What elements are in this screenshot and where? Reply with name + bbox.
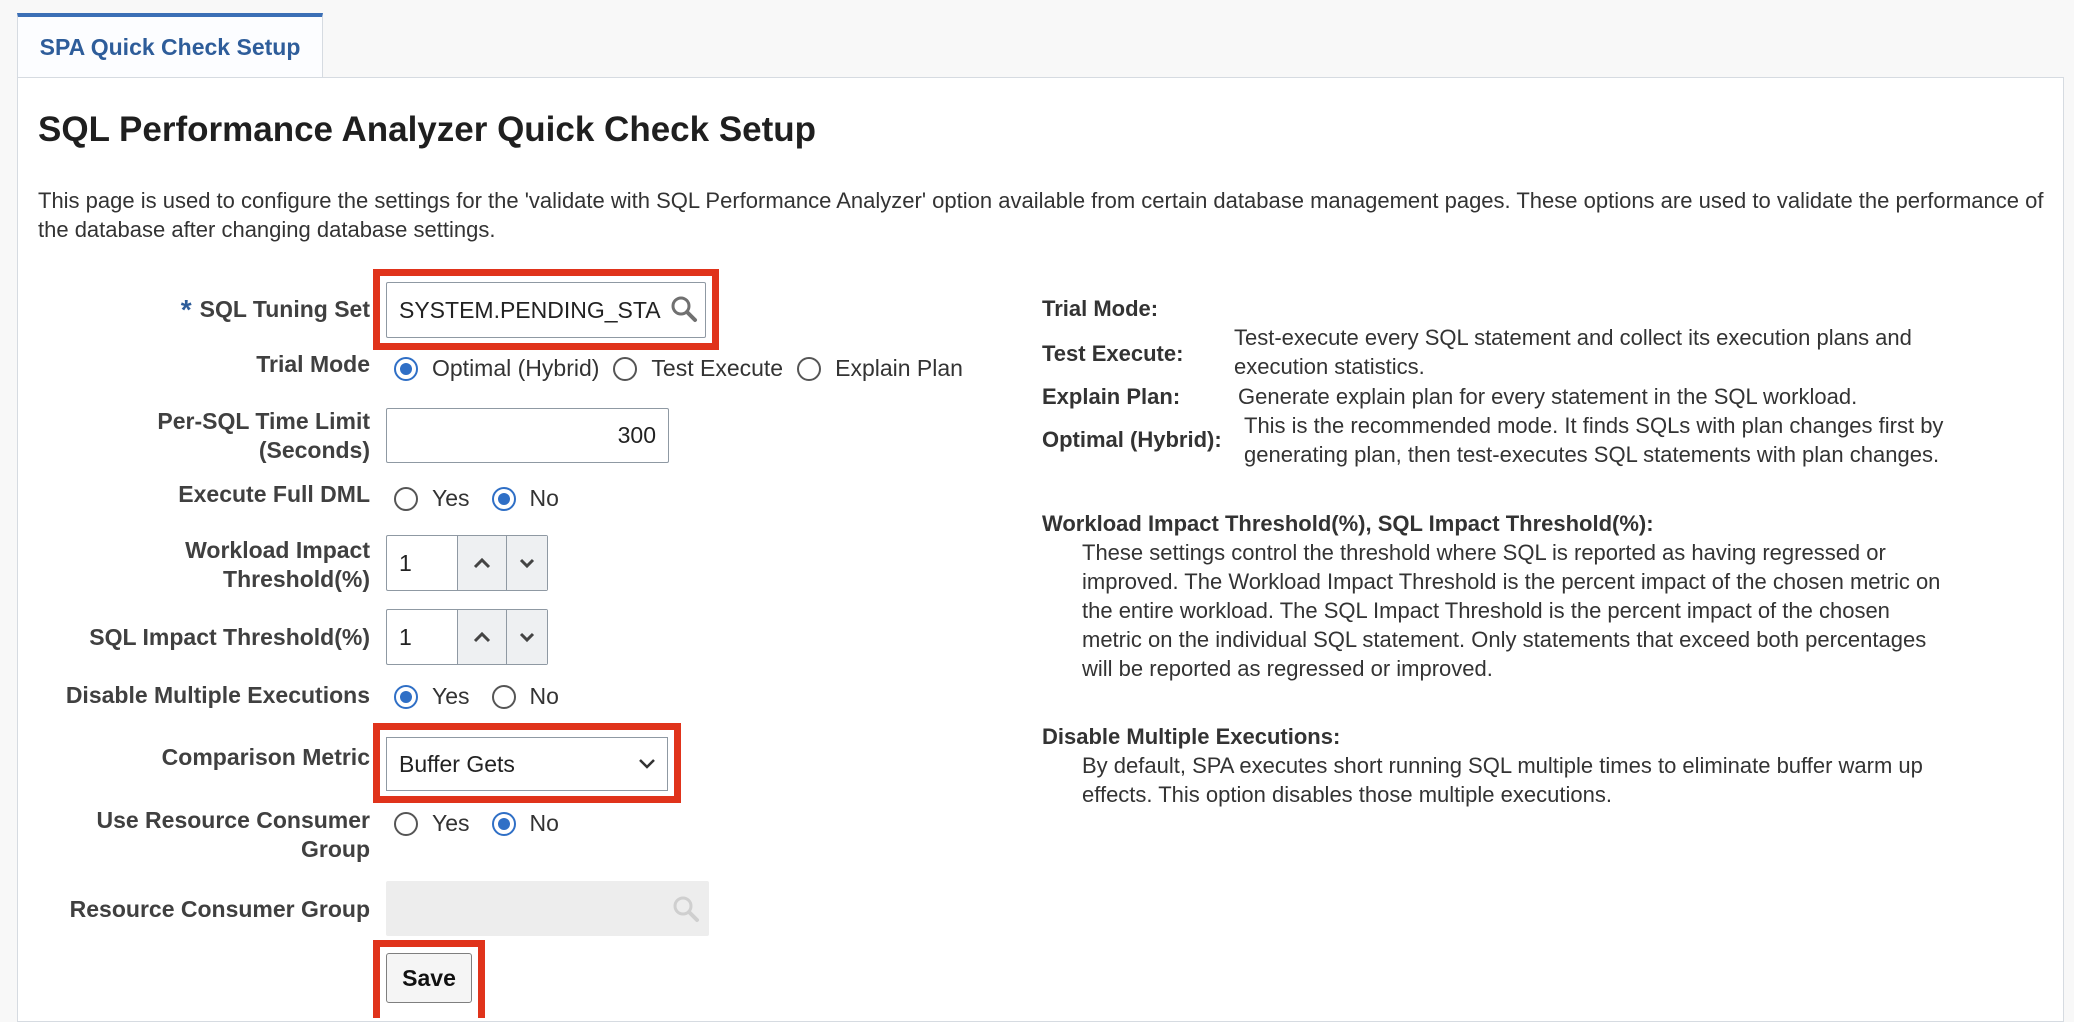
page-title: SQL Performance Analyzer Quick Check Set…	[38, 110, 817, 149]
time-limit-input[interactable]: 300	[386, 408, 669, 463]
execute-full-dml-yes-radio[interactable]	[394, 486, 418, 511]
trial-mode-test-execute-radio[interactable]	[613, 356, 638, 381]
execute-full-dml-label: Execute Full DML	[178, 481, 370, 507]
chevron-down-icon	[639, 759, 655, 769]
workload-impact-spinner: 1	[386, 535, 548, 591]
help-optimal-definition: This is the recommended mode. It finds S…	[1244, 413, 1944, 467]
search-icon	[673, 896, 699, 922]
sql-impact-input[interactable]: 1	[387, 610, 457, 664]
use-resource-group-no-radio[interactable]	[491, 811, 516, 836]
required-marker: *	[180, 294, 192, 325]
resource-group-label: Resource Consumer Group	[69, 896, 370, 922]
trial-mode-test-execute-label: Test Execute	[651, 355, 784, 381]
help-trial-mode-heading: Trial Mode:	[1042, 296, 1159, 321]
execute-full-dml-no-label: No	[529, 485, 559, 511]
disable-multiple-label: Disable Multiple Executions	[65, 682, 370, 708]
sql-impact-spinner: 1	[386, 609, 548, 665]
trial-mode-label: Trial Mode	[256, 351, 370, 377]
use-resource-group-label: Use Resource Consumer Group	[96, 807, 370, 862]
help-explain-plan-term: Explain Plan:	[1042, 384, 1181, 409]
save-button[interactable]: Save	[386, 953, 472, 1003]
disable-multiple-radio-group: Yes No	[394, 683, 573, 710]
tab-spa-quick-check-setup[interactable]: SPA Quick Check Setup	[17, 13, 323, 77]
comparison-metric-label: Comparison Metric	[161, 744, 370, 770]
search-icon[interactable]	[670, 295, 698, 323]
comparison-metric-value: Buffer Gets	[399, 750, 515, 777]
use-resource-group-radio-group: Yes No	[394, 810, 573, 837]
chevron-up-icon	[473, 631, 491, 643]
chevron-down-icon	[519, 632, 535, 643]
help-optimal-term: Optimal (Hybrid):	[1042, 427, 1222, 452]
workload-impact-label: Workload Impact Threshold(%)	[185, 537, 370, 592]
time-limit-value: 300	[617, 422, 656, 448]
use-resource-group-no-label: No	[529, 810, 559, 836]
comparison-metric-select[interactable]: Buffer Gets	[386, 737, 668, 791]
disable-multiple-no-label: No	[529, 683, 559, 709]
help-test-execute-definition: Test-execute every SQL statement and col…	[1234, 325, 1912, 379]
sql-impact-increment-button[interactable]	[457, 610, 506, 664]
use-resource-group-yes-radio[interactable]	[394, 811, 418, 836]
trial-mode-explain-plan-radio[interactable]	[797, 356, 822, 381]
sql-tuning-set-input[interactable]: SYSTEM.PENDING_STA	[386, 282, 706, 338]
disable-multiple-no-radio[interactable]	[491, 684, 516, 709]
chevron-up-icon	[473, 557, 491, 569]
time-limit-label: Per-SQL Time Limit (Seconds)	[157, 408, 370, 463]
help-test-execute-term: Test Execute:	[1042, 341, 1184, 366]
workload-impact-increment-button[interactable]	[457, 536, 506, 590]
sql-impact-decrement-button[interactable]	[506, 610, 547, 664]
resource-group-input	[386, 881, 709, 936]
chevron-down-icon	[519, 558, 535, 569]
page-description: This page is used to configure the setti…	[38, 188, 2044, 242]
help-explain-plan-definition: Generate explain plan for every statemen…	[1238, 384, 1858, 409]
trial-mode-optimal-radio[interactable]	[394, 356, 418, 381]
disable-multiple-yes-label: Yes	[432, 683, 470, 709]
workload-impact-input[interactable]: 1	[387, 536, 457, 590]
help-disable-heading: Disable Multiple Executions:	[1042, 724, 1341, 749]
execute-full-dml-no-radio[interactable]	[491, 486, 516, 511]
tab-label: SPA Quick Check Setup	[39, 33, 301, 60]
help-threshold-heading: Workload Impact Threshold(%), SQL Impact…	[1042, 511, 1654, 536]
disable-multiple-yes-radio[interactable]	[394, 684, 418, 709]
sql-tuning-set-value: SYSTEM.PENDING_STA	[399, 296, 661, 323]
trial-mode-optimal-label: Optimal (Hybrid)	[432, 355, 600, 381]
help-disable-text: By default, SPA executes short running S…	[1082, 753, 1923, 807]
use-resource-group-yes-label: Yes	[432, 810, 470, 836]
help-threshold-text: These settings control the threshold whe…	[1082, 540, 1941, 681]
trial-mode-explain-plan-label: Explain Plan	[835, 355, 963, 381]
execute-full-dml-yes-label: Yes	[432, 485, 470, 511]
execute-full-dml-radio-group: Yes No	[394, 485, 573, 512]
sql-impact-label: SQL Impact Threshold(%)	[89, 624, 370, 650]
workload-impact-decrement-button[interactable]	[506, 536, 547, 590]
trial-mode-radio-group: Optimal (Hybrid) Test Execute Explain Pl…	[394, 355, 977, 382]
sql-tuning-set-label: * SQL Tuning Set	[180, 294, 370, 325]
